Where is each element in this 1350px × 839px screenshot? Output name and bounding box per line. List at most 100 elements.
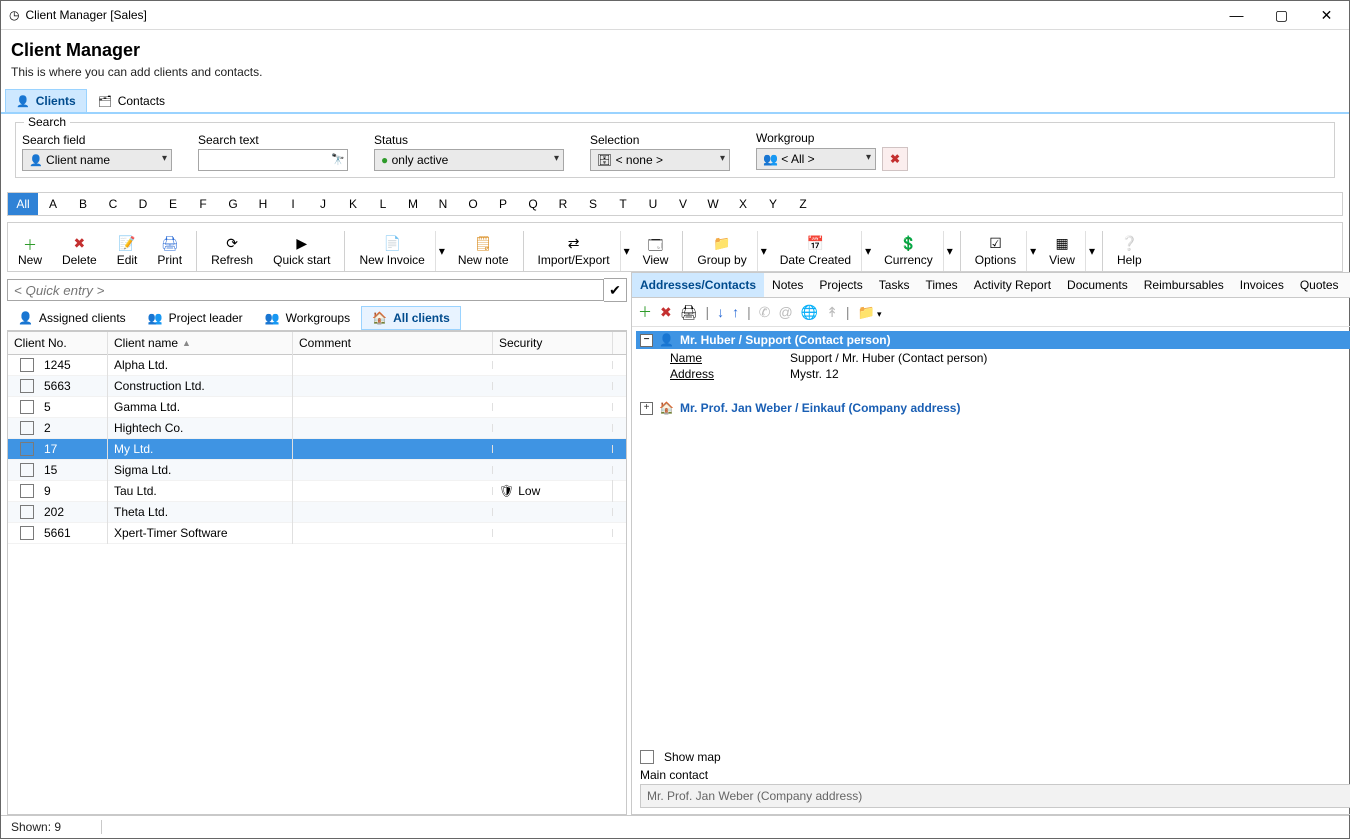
help-button[interactable]: ❔Help xyxy=(1107,223,1152,271)
alpha-H[interactable]: H xyxy=(248,193,278,215)
minimize-button[interactable]: — xyxy=(1214,1,1259,29)
alpha-B[interactable]: B xyxy=(68,193,98,215)
alpha-X[interactable]: X xyxy=(728,193,758,215)
view1-button[interactable]: 🗔View xyxy=(633,223,679,271)
table-row[interactable]: 9Tau Ltd.🛡 Low xyxy=(8,481,626,502)
datecreated-button[interactable]: 📅Date Created xyxy=(770,231,861,271)
table-row[interactable]: 5661Xpert-Timer Software xyxy=(8,523,626,544)
at-icon[interactable]: @ xyxy=(779,304,793,320)
new-note-button[interactable]: 🗒New note xyxy=(448,223,519,271)
alpha-Q[interactable]: Q xyxy=(518,193,548,215)
alpha-All[interactable]: All xyxy=(8,193,38,215)
subtab-all[interactable]: 🏠All clients xyxy=(361,306,461,330)
expand-icon[interactable]: + xyxy=(640,402,653,415)
right-tab-quotes[interactable]: Quotes xyxy=(1292,273,1347,297)
workgroup-combo[interactable]: 👥 < All > xyxy=(756,148,876,170)
col-security[interactable]: Security xyxy=(493,332,613,354)
delete-contact-icon[interactable]: ✖ xyxy=(660,304,672,321)
right-tab-reimbursables[interactable]: Reimbursables xyxy=(1136,273,1232,297)
row-checkbox[interactable] xyxy=(20,526,34,540)
row-checkbox[interactable] xyxy=(20,505,34,519)
right-tab-activity-report[interactable]: Activity Report xyxy=(966,273,1059,297)
table-row[interactable]: 202Theta Ltd. xyxy=(8,502,626,523)
tab-contacts[interactable]: 🗂 Contacts xyxy=(87,89,176,112)
alpha-Z[interactable]: Z xyxy=(788,193,818,215)
currency-button[interactable]: 💲Currency xyxy=(874,231,943,271)
edit-button[interactable]: 📝Edit xyxy=(107,223,148,271)
alpha-E[interactable]: E xyxy=(158,193,188,215)
alpha-R[interactable]: R xyxy=(548,193,578,215)
row-checkbox[interactable] xyxy=(20,442,34,456)
view2-caret[interactable]: ▾ xyxy=(1085,231,1098,271)
delete-button[interactable]: ✖Delete xyxy=(52,223,107,271)
phone-icon[interactable]: ✆ xyxy=(759,304,771,321)
alpha-C[interactable]: C xyxy=(98,193,128,215)
subtab-assigned[interactable]: 👤Assigned clients xyxy=(7,306,137,330)
right-tab-tasks[interactable]: Tasks xyxy=(871,273,918,297)
arrow-down-icon[interactable]: ↓ xyxy=(717,304,724,320)
table-row[interactable]: 5663Construction Ltd. xyxy=(8,376,626,397)
print-button[interactable]: 🖨Print xyxy=(147,223,192,271)
alpha-I[interactable]: I xyxy=(278,193,308,215)
row-checkbox[interactable] xyxy=(20,421,34,435)
row-checkbox[interactable] xyxy=(20,484,34,498)
search-field-combo[interactable]: 👤 Client name xyxy=(22,149,172,171)
alpha-D[interactable]: D xyxy=(128,193,158,215)
col-comment[interactable]: Comment xyxy=(293,332,493,354)
col-client-no[interactable]: Client No. xyxy=(8,332,108,354)
collapse-icon[interactable]: − xyxy=(640,334,653,347)
subtab-workgroups[interactable]: 👥Workgroups xyxy=(254,306,361,330)
table-row[interactable]: 17My Ltd. xyxy=(8,439,626,460)
binoculars-icon[interactable]: 🔭 xyxy=(331,153,345,166)
right-tab-addresses-contacts[interactable]: Addresses/Contacts xyxy=(632,273,764,297)
row-checkbox[interactable] xyxy=(20,463,34,477)
alpha-U[interactable]: U xyxy=(638,193,668,215)
show-map-checkbox[interactable] xyxy=(640,750,654,764)
table-row[interactable]: 2Hightech Co. xyxy=(8,418,626,439)
right-tab-times[interactable]: Times xyxy=(917,273,965,297)
alpha-J[interactable]: J xyxy=(308,193,338,215)
groupby-button[interactable]: 📁Group by xyxy=(687,231,756,271)
table-row[interactable]: 15Sigma Ltd. xyxy=(8,460,626,481)
options-button[interactable]: ☑Options xyxy=(965,231,1026,271)
print-icon[interactable]: 🖨 xyxy=(680,304,698,321)
view2-button[interactable]: ▦View xyxy=(1039,231,1085,271)
alpha-M[interactable]: M xyxy=(398,193,428,215)
folder-dropdown-icon[interactable]: 📁 xyxy=(858,304,882,321)
import-export-caret[interactable]: ▾ xyxy=(620,231,633,271)
alpha-V[interactable]: V xyxy=(668,193,698,215)
row-checkbox[interactable] xyxy=(20,400,34,414)
refresh-button[interactable]: ⟳Refresh xyxy=(201,223,263,271)
person-arrow-icon[interactable]: ↟ xyxy=(826,304,838,321)
alpha-N[interactable]: N xyxy=(428,193,458,215)
tab-clients[interactable]: 👤 Clients xyxy=(5,89,87,112)
datecreated-caret[interactable]: ▾ xyxy=(861,231,874,271)
right-tab-invoices[interactable]: Invoices xyxy=(1232,273,1292,297)
col-client-name[interactable]: Client name▲ xyxy=(108,332,293,354)
close-button[interactable]: ✕ xyxy=(1304,1,1349,29)
groupby-caret[interactable]: ▾ xyxy=(757,231,770,271)
options-caret[interactable]: ▾ xyxy=(1026,231,1039,271)
globe-icon[interactable]: 🌐 xyxy=(801,304,818,321)
right-tab-tele[interactable]: Tele ▾ xyxy=(1347,273,1350,297)
import-export-button[interactable]: ⇄Import/Export xyxy=(528,231,620,271)
alpha-O[interactable]: O xyxy=(458,193,488,215)
alpha-A[interactable]: A xyxy=(38,193,68,215)
add-contact-icon[interactable]: ＋ xyxy=(638,302,652,322)
quick-entry-confirm[interactable]: ✔ xyxy=(604,278,627,302)
right-tab-notes[interactable]: Notes xyxy=(764,273,811,297)
maximize-button[interactable]: ▢ xyxy=(1259,1,1304,29)
row-checkbox[interactable] xyxy=(20,379,34,393)
new-invoice-button[interactable]: 📄New Invoice xyxy=(349,231,434,271)
contact-node-1[interactable]: − 👤 Mr. Huber / Support (Contact person) xyxy=(636,331,1350,349)
alpha-W[interactable]: W xyxy=(698,193,728,215)
clear-filters-button[interactable]: ✖ xyxy=(882,147,908,171)
status-combo[interactable]: ● only active xyxy=(374,149,564,171)
currency-caret[interactable]: ▾ xyxy=(943,231,956,271)
alpha-G[interactable]: G xyxy=(218,193,248,215)
alpha-S[interactable]: S xyxy=(578,193,608,215)
row-checkbox[interactable] xyxy=(20,358,34,372)
alpha-L[interactable]: L xyxy=(368,193,398,215)
selection-combo[interactable]: 🗄 < none > xyxy=(590,149,730,171)
alpha-K[interactable]: K xyxy=(338,193,368,215)
